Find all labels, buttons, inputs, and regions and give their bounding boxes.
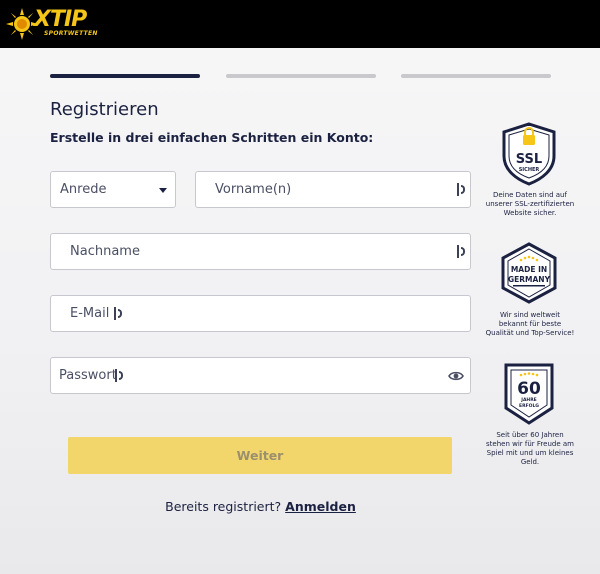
email-field[interactable]: E-Mail [50,295,471,332]
svg-text:MADE IN: MADE IN [511,265,547,274]
vorname-placeholder: Vorname(n) [215,182,292,197]
show-password-eye-icon[interactable] [448,369,464,383]
made-in-germany-icon: MADE IN GERMANY [501,242,557,304]
password-manager-icon [114,307,123,320]
progress-step-3 [401,74,551,78]
brand-subtitle: SPORTWETTEN [44,30,98,37]
svg-text:GERMANY: GERMANY [508,275,551,284]
made-in-germany-caption: Wir sind weltweit bekannt für beste Qual… [485,311,575,337]
svg-text:SICHER: SICHER [519,167,540,173]
svg-text:ERFOLG: ERFOLG [519,403,539,409]
weiter-button[interactable]: Weiter [68,437,452,474]
page-title: Registrieren [50,99,159,120]
password-manager-icon [115,369,124,382]
xtip-logo[interactable]: XTIP SPORTWETTEN [6,7,97,40]
chevron-down-icon [159,188,167,193]
password-manager-icon [457,183,466,196]
sixty-years-icon: 60 JAHRE ERFOLG [504,363,554,425]
anrede-placeholder: Anrede [60,182,107,197]
anmelden-link[interactable]: Anmelden [285,499,356,514]
anrede-select[interactable]: Anrede [50,171,176,208]
svg-text:60: 60 [517,379,541,399]
login-prompt: Bereits registriert? Anmelden [0,499,521,514]
ssl-shield-icon: SSL SICHER [502,122,556,186]
already-registered-text: Bereits registriert? [165,499,282,514]
password-manager-icon [457,245,466,258]
ssl-caption: Deine Daten sind auf unserer SSL-zertifi… [485,191,575,217]
top-bar: XTIP SPORTWETTEN [0,0,600,48]
nachname-placeholder: Nachname [70,244,140,259]
email-placeholder: E-Mail [70,306,110,321]
password-field[interactable]: Passwort [50,357,471,394]
progress-step-1 [50,74,200,78]
svg-text:JAHRE: JAHRE [520,397,536,403]
vorname-field[interactable]: Vorname(n) [195,171,471,208]
page-subtitle: Erstelle in drei einfachen Schritten ein… [50,130,374,145]
svg-text:SSL: SSL [516,152,542,167]
progress-step-2 [226,74,376,78]
nachname-field[interactable]: Nachname [50,233,471,270]
password-placeholder: Passwort [59,368,117,383]
sixty-years-caption: Seit über 60 Jahren stehen wir für Freud… [486,431,574,466]
